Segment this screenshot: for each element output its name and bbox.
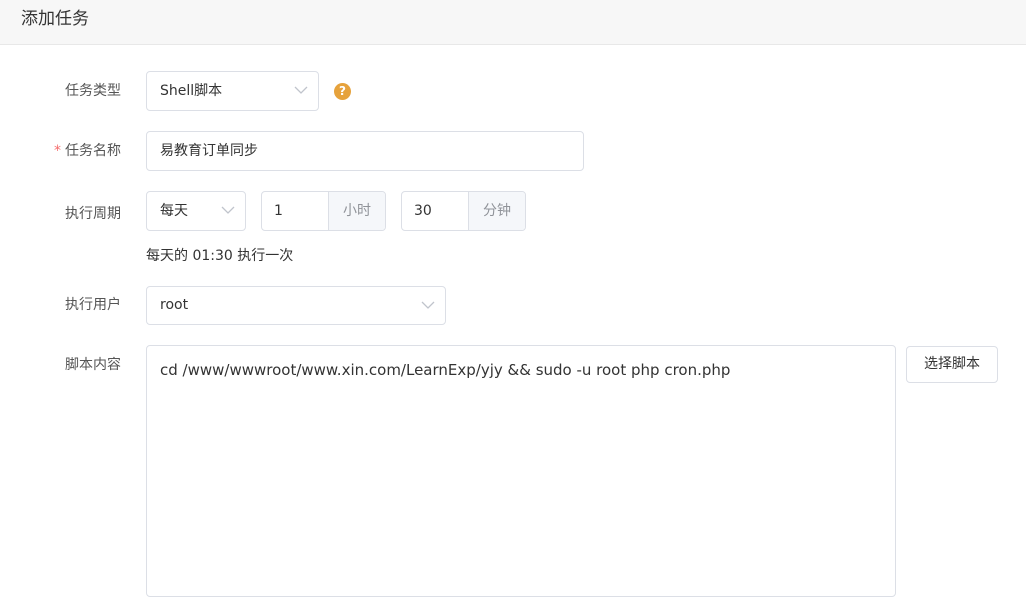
hour-input[interactable]: 1 小时: [261, 191, 386, 231]
user-label: 执行用户: [65, 297, 121, 313]
select-script-button[interactable]: 选择脚本: [906, 346, 998, 383]
hour-suffix: 小时: [328, 192, 385, 230]
task-name-label: * 任务名称: [54, 143, 121, 159]
required-mark: *: [54, 143, 61, 159]
period-hint: 每天的 01:30 执行一次: [146, 248, 294, 264]
task-type-label: 任务类型: [65, 83, 121, 99]
chevron-down-icon: [294, 86, 308, 94]
task-name-value: 易教育订单同步: [160, 143, 258, 159]
hour-value: 1: [274, 203, 283, 219]
task-type-select[interactable]: Shell脚本: [146, 71, 319, 111]
script-label: 脚本内容: [65, 357, 121, 373]
cycle-select[interactable]: 每天: [146, 191, 246, 231]
chevron-down-icon: [221, 206, 235, 214]
user-select[interactable]: root: [146, 286, 446, 325]
chevron-down-icon: [421, 301, 435, 309]
page-title: 添加任务: [21, 9, 89, 29]
cycle-value: 每天: [160, 203, 188, 219]
user-value: root: [160, 297, 189, 313]
task-type-value: Shell脚本: [160, 83, 223, 99]
period-label: 执行周期: [65, 206, 121, 222]
task-name-input[interactable]: 易教育订单同步: [146, 131, 584, 171]
question-circle-icon[interactable]: ?: [334, 83, 351, 100]
minute-value: 30: [414, 203, 432, 219]
script-content-textarea[interactable]: cd /www/wwwroot/www.xin.com/LearnExp/yjy…: [146, 345, 896, 597]
page-header: 添加任务: [0, 0, 1026, 45]
minute-input[interactable]: 30 分钟: [401, 191, 526, 231]
minute-suffix: 分钟: [468, 192, 525, 230]
